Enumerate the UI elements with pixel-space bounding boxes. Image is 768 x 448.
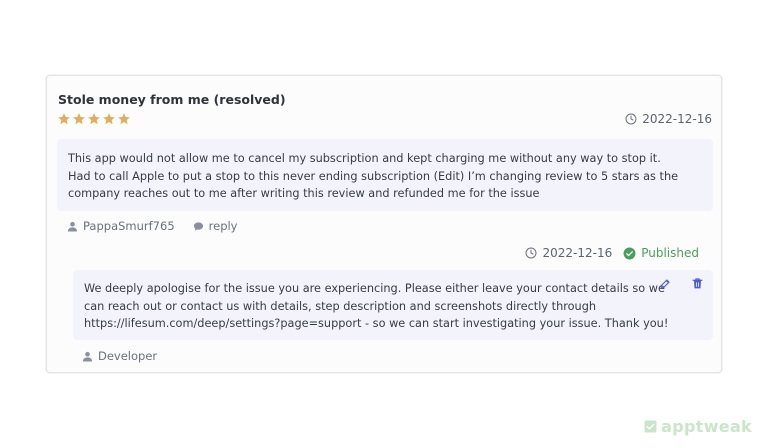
response-line: We deeply apologise for the issue you ar… — [84, 282, 665, 295]
review-line: Had to call Apple to put a stop to this … — [68, 169, 679, 183]
clock-icon — [625, 113, 637, 125]
star-icon — [58, 113, 70, 125]
review-line: This app would not allow me to cancel my… — [68, 152, 661, 165]
star-icon — [118, 113, 130, 125]
star-rating — [57, 112, 131, 126]
response-date: 2022-12-16 — [542, 246, 613, 260]
response-line: can reach out or contact us with details… — [84, 299, 597, 313]
check-circle-icon — [623, 247, 636, 259]
user-icon — [67, 221, 78, 232]
review-meta: PappaSmurf765 reply — [67, 219, 238, 233]
apptweak-logo-icon — [644, 420, 657, 433]
review-line: company reaches out to me after writing … — [68, 187, 540, 200]
response-actions — [659, 277, 704, 290]
review-date: 2022-12-16 — [625, 112, 712, 126]
status-badge: Published — [641, 246, 699, 260]
review-date-text: 2022-12-16 — [642, 112, 712, 126]
response-meta: Developer — [82, 349, 157, 363]
trash-icon[interactable] — [691, 277, 704, 290]
apptweak-watermark: apptweak — [644, 417, 752, 436]
response-line: https://lifesum.com/deep/settings?page=s… — [84, 317, 669, 330]
response-status-row: 2022-12-16 Published — [525, 246, 699, 260]
developer-response: We deeply apologise for the issue you ar… — [73, 270, 713, 340]
clock-icon — [525, 247, 537, 259]
response-author: Developer — [98, 349, 158, 363]
reply-link[interactable]: reply — [209, 219, 238, 233]
review-body: This app would not allow me to cancel my… — [57, 139, 713, 211]
star-icon — [73, 113, 85, 125]
review-card: Stole money from me (resolved) 2022-12-1… — [46, 75, 722, 373]
star-icon — [103, 113, 115, 125]
review-title: Stole money from me (resolved) — [58, 92, 286, 107]
watermark-text: apptweak — [661, 417, 752, 436]
star-icon — [88, 113, 100, 125]
edit-icon[interactable] — [659, 277, 672, 290]
user-icon — [82, 351, 93, 362]
review-author: PappaSmurf765 — [83, 219, 175, 233]
comment-icon[interactable] — [193, 221, 204, 232]
